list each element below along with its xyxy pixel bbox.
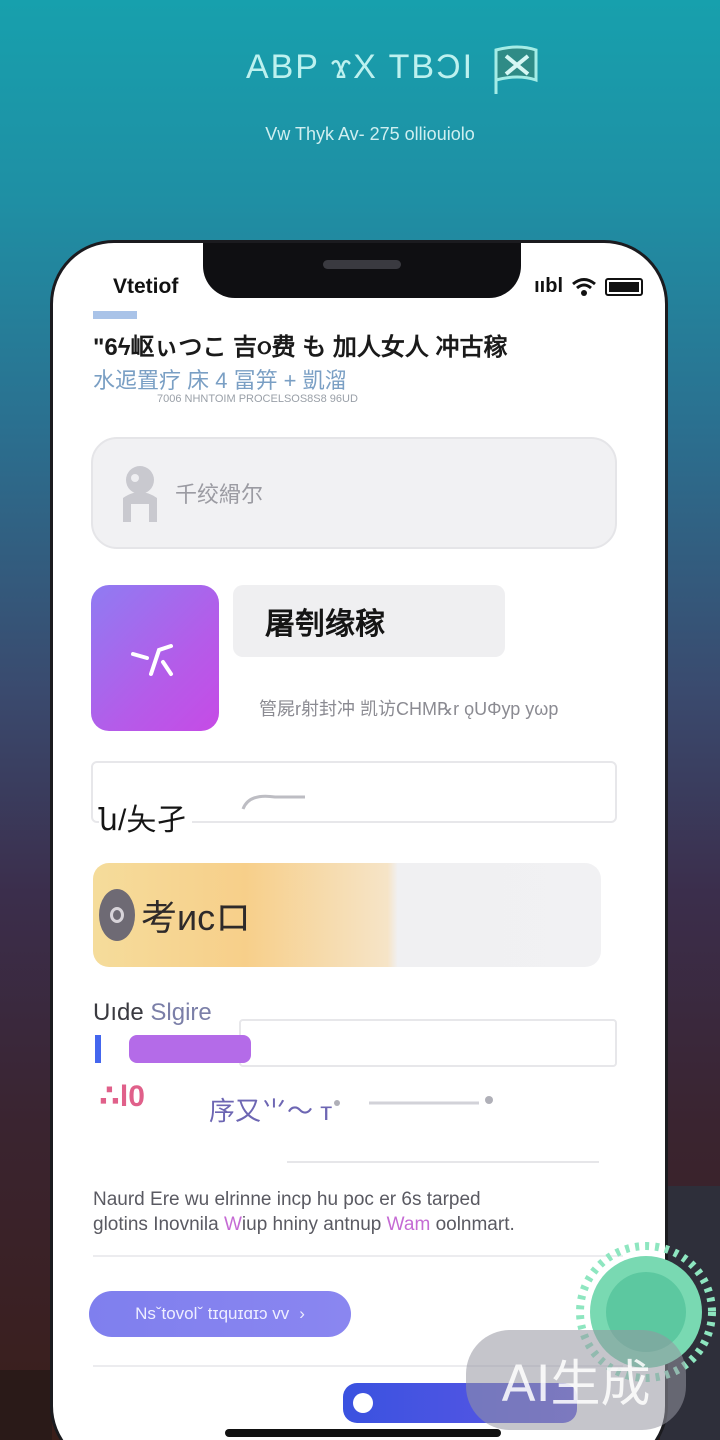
text-input-field[interactable]: ն/夨孑 [91, 761, 617, 839]
background-band-left [0, 1370, 52, 1440]
section-label: Uıde Slgire [93, 999, 212, 1027]
watermark-badge: AI生成 [466, 1330, 686, 1430]
slider-track[interactable] [329, 1095, 499, 1111]
sparkle-icon [131, 644, 173, 676]
pen-icon [241, 794, 305, 810]
signal-text: ııbl [534, 275, 563, 297]
chevron-right-icon: › [299, 1304, 305, 1323]
home-indicator[interactable] [225, 1429, 501, 1437]
header-accent-line [93, 311, 137, 319]
app-icon[interactable] [91, 585, 219, 731]
speaker-grille [323, 260, 401, 269]
toggle-knob [353, 1393, 373, 1413]
header-title: "6ϟ岖ぃつこ 吉૦费 も 加人女人 冲古稼 [93, 334, 508, 361]
app-description: 管屍r射封冲 凯访CHM℞r ǫUΦур уωр [259, 699, 559, 719]
divider [93, 1255, 623, 1257]
row-label: 序又⺌〜 т [209, 1096, 333, 1126]
section-label-main: Uıde [93, 999, 144, 1026]
person-icon [123, 466, 157, 522]
wifi-icon [572, 277, 596, 296]
header-caption: 7006 NHNTOIM PROCELSOS8S8 96UD [157, 393, 358, 405]
search-card[interactable]: 千绞縎尔 [91, 437, 617, 549]
battery-icon [605, 277, 643, 296]
row-badge: ∴l0 [99, 1080, 145, 1113]
input-label: ն/夨孑 [99, 795, 193, 839]
status-carrier: Vtetiof [113, 275, 179, 298]
secondary-input-field[interactable] [239, 1019, 617, 1067]
highlight-card[interactable]: 考исロ [93, 863, 601, 967]
app-title-pill[interactable]: 屠刳缘稼 [233, 585, 505, 657]
phone-notch [203, 243, 521, 298]
hero-subtitle: Vw Thyk Av- 275 olliouiolo [265, 124, 475, 144]
search-label: 千绞縎尔 [175, 482, 264, 507]
text-cursor-marker [95, 1035, 101, 1063]
hero-title: ABP ϫX TBƆI [245, 48, 475, 86]
purple-tag[interactable] [129, 1035, 251, 1063]
status-icons: ııbl [534, 275, 643, 298]
body-paragraph: Naurd Ere wu elrinne incp hu poc er 6s t… [93, 1187, 633, 1237]
primary-action-button[interactable]: Nsˇtovolˇ tɪquɪɑɪɔ vv › [89, 1291, 351, 1337]
primary-action-label: Nsˇtovolˇ tɪquɪɑɪɔ vv [135, 1304, 290, 1323]
highlight-card-label: 考исロ [141, 897, 252, 938]
circle-icon [99, 889, 135, 941]
body-line-2: glotins Inovnila Wiup hniny antnup Wam o… [93, 1214, 515, 1235]
body-line-1: Naurd Ere wu elrinne incp hu poc er 6s t… [93, 1189, 481, 1210]
divider [287, 1161, 599, 1163]
header-subtitle: 水迡置疗 床 4 冨笄 + 凱溜 [93, 368, 347, 393]
section-label-tint: Slgire [150, 999, 212, 1026]
flag-logo-icon [494, 45, 538, 94]
